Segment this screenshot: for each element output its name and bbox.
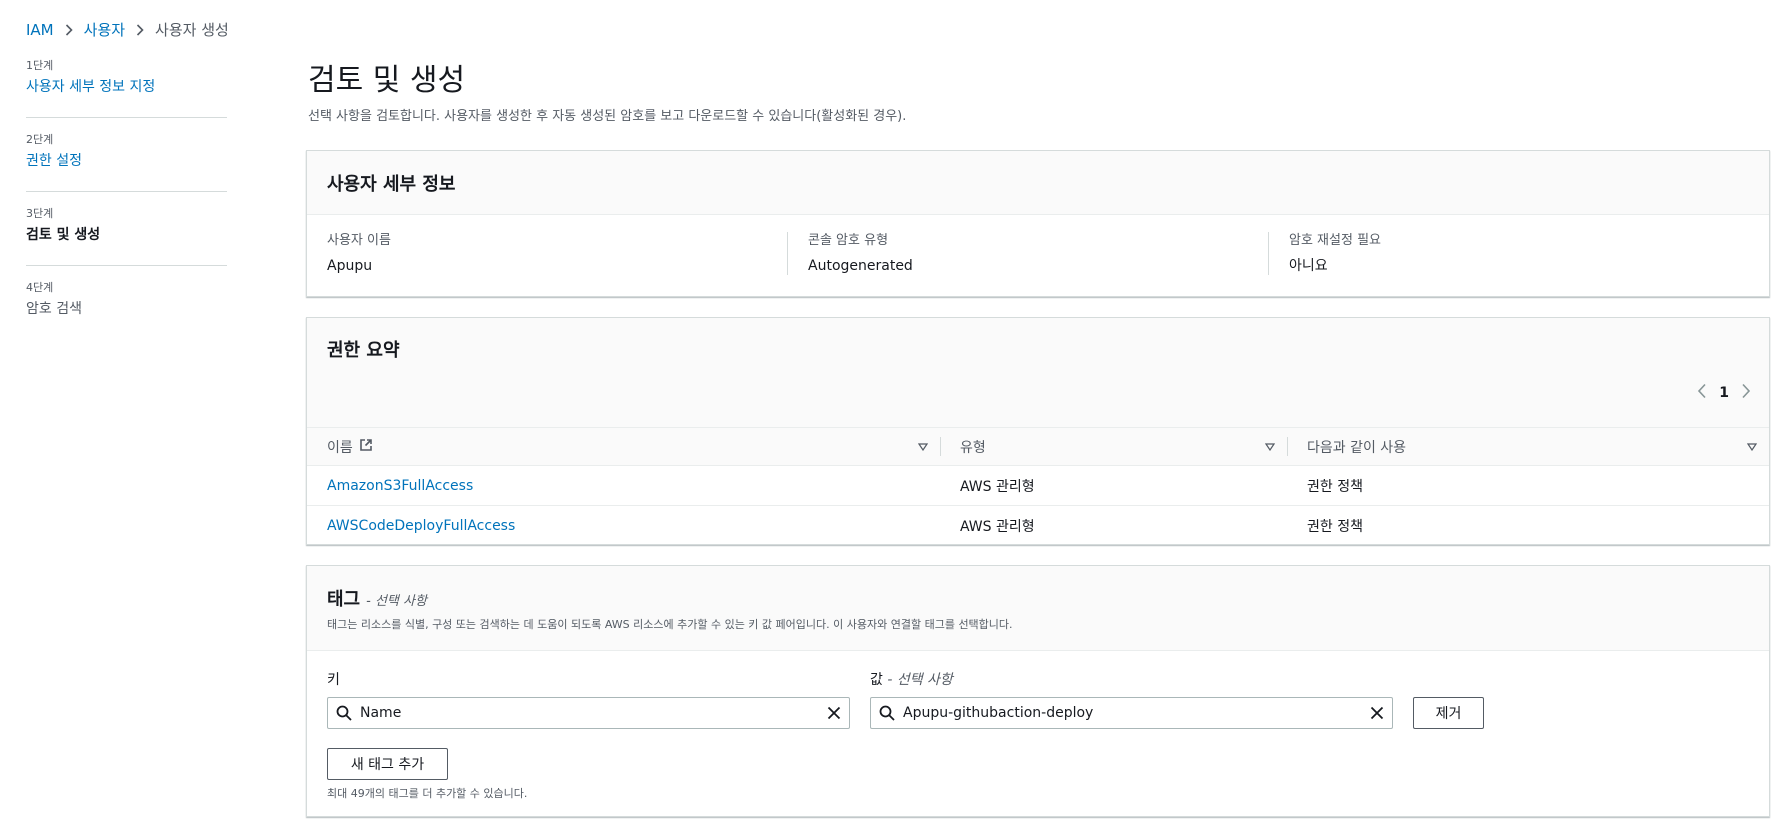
step-link-user-details[interactable]: 사용자 세부 정보 지정 (26, 77, 227, 97)
permissions-summary-title: 권한 요약 (327, 340, 400, 361)
tag-key-input[interactable] (360, 705, 827, 721)
tag-value-field (870, 697, 1393, 729)
tags-title: 태그 - 선택 사항 (327, 585, 1749, 611)
table-header: 이름 유형 다음과 같이 사용 (307, 427, 1769, 466)
breadcrumb: IAM 사용자 사용자 생성 (26, 19, 229, 40)
tags-title-text: 태그 (327, 589, 361, 610)
breadcrumb-iam[interactable]: IAM (26, 21, 54, 39)
step-number: 3단계 (26, 207, 54, 220)
key-label: 키 (327, 672, 340, 688)
tag-key-field (327, 697, 850, 729)
column-label: 이름 (327, 439, 353, 456)
field-label: 콘솔 암호 유형 (808, 233, 889, 248)
step-number: 1단계 (26, 59, 54, 72)
step-retrieve-password: 암호 검색 (26, 301, 82, 317)
step-link-permissions[interactable]: 권한 설정 (26, 151, 227, 171)
policy-link[interactable]: AmazonS3FullAccess (307, 478, 940, 494)
breadcrumb-create-user: 사용자 생성 (155, 21, 229, 39)
field-value: 아니요 (1289, 258, 1328, 274)
current-page-number[interactable]: 1 (1719, 385, 1729, 401)
page-description: 선택 사항을 검토합니다. 사용자를 생성한 후 자동 생성된 암호를 보고 다… (308, 109, 907, 124)
optional-label: - 선택 사항 (366, 594, 427, 609)
field-label: 사용자 이름 (327, 233, 391, 248)
panel-header: 권한 요약 1 (307, 318, 1769, 427)
wizard-step-2: 2단계 권한 설정 (26, 133, 227, 192)
clear-icon[interactable] (827, 706, 841, 720)
policy-used-as: 권한 정책 (1307, 519, 1363, 535)
field-value: Apupu (327, 258, 373, 274)
wizard-step-3: 3단계 검토 및 생성 (26, 207, 227, 266)
step-number: 2단계 (26, 133, 54, 146)
value-optional-label: - 선택 사항 (887, 672, 953, 688)
permissions-summary-panel: 권한 요약 1 이름 유형 다음과 같이 사용 AmazonS3FullAcce… (306, 317, 1770, 545)
wizard-steps: 1단계 사용자 세부 정보 지정 2단계 권한 설정 3단계 검토 및 생성 4… (26, 59, 227, 354)
password-reset-required-field: 암호 재설정 필요 아니요 (1268, 232, 1749, 275)
user-details-panel: 사용자 세부 정보 사용자 이름 Apupu 콘솔 암호 유형 Autogene… (306, 150, 1770, 297)
table-row: AWSCodeDeployFullAccess AWS 관리형 권한 정책 (307, 506, 1769, 546)
console-password-type-field: 콘솔 암호 유형 Autogenerated (787, 232, 1268, 275)
clear-icon[interactable] (1370, 706, 1384, 720)
column-label: 다음과 같이 사용 (1307, 439, 1407, 456)
policy-type: AWS 관리형 (960, 478, 1035, 495)
external-link-icon (359, 438, 373, 456)
sort-down-icon[interactable] (1264, 439, 1276, 455)
tags-description: 태그는 리소스를 식별, 구성 또는 검색하는 데 도움이 되도록 AWS 리소… (327, 618, 1013, 631)
table-row: AmazonS3FullAccess AWS 관리형 권한 정책 (307, 466, 1769, 506)
permissions-table: 이름 유형 다음과 같이 사용 AmazonS3FullAccess AWS 관… (307, 427, 1769, 546)
wizard-step-4: 4단계 암호 검색 (26, 281, 227, 339)
tag-value-input[interactable] (903, 705, 1370, 721)
sort-down-icon[interactable] (917, 439, 929, 455)
search-icon (336, 705, 352, 721)
tag-field-labels: 키 값 - 선택 사항 (327, 669, 1749, 689)
tag-limit-hint: 최대 49개의 태그를 더 추가할 수 있습니다. (327, 787, 528, 800)
panel-header: 사용자 세부 정보 (307, 151, 1769, 215)
user-details-title: 사용자 세부 정보 (327, 173, 456, 195)
tag-form: 키 값 - 선택 사항 Name Apupu-githubaction-depl… (307, 651, 1769, 801)
tags-panel: 태그 - 선택 사항 태그는 리소스를 식별, 구성 또는 검색하는 데 도움이… (306, 565, 1770, 817)
policy-link[interactable]: AWSCodeDeployFullAccess (307, 518, 940, 534)
search-icon (879, 705, 895, 721)
sort-down-icon[interactable] (1746, 439, 1758, 455)
chevron-right-icon[interactable] (1741, 383, 1751, 403)
panel-header: 태그 - 선택 사항 태그는 리소스를 식별, 구성 또는 검색하는 데 도움이… (307, 566, 1769, 651)
tag-row: 제거 (327, 697, 1749, 729)
page-title: 검토 및 생성 (308, 63, 466, 98)
column-header-name[interactable]: 이름 (307, 428, 940, 465)
wizard-step-1: 1단계 사용자 세부 정보 지정 (26, 59, 227, 118)
value-label-text: 값 (870, 672, 883, 688)
chevron-right-icon (65, 23, 73, 36)
breadcrumb-users[interactable]: 사용자 (84, 19, 125, 40)
value-label: 값 - 선택 사항 (870, 669, 1413, 689)
field-value: Autogenerated (808, 258, 913, 274)
column-label: 유형 (960, 439, 986, 456)
column-header-used-as[interactable]: 다음과 같이 사용 (1287, 428, 1769, 465)
step-number: 4단계 (26, 281, 54, 294)
pagination: 1 (1697, 383, 1751, 403)
chevron-left-icon[interactable] (1697, 383, 1707, 403)
add-tag-button[interactable]: 새 태그 추가 (327, 748, 448, 780)
step-current-review: 검토 및 생성 (26, 227, 101, 243)
user-name-field: 사용자 이름 Apupu (327, 232, 787, 275)
remove-tag-button[interactable]: 제거 (1413, 697, 1484, 729)
chevron-right-icon (136, 23, 144, 36)
policy-type: AWS 관리형 (960, 519, 1035, 535)
field-label: 암호 재설정 필요 (1289, 233, 1381, 248)
column-header-type[interactable]: 유형 (940, 428, 1287, 465)
user-details-fields: 사용자 이름 Apupu 콘솔 암호 유형 Autogenerated 암호 재… (307, 215, 1769, 275)
policy-used-as: 권한 정책 (1307, 478, 1363, 495)
